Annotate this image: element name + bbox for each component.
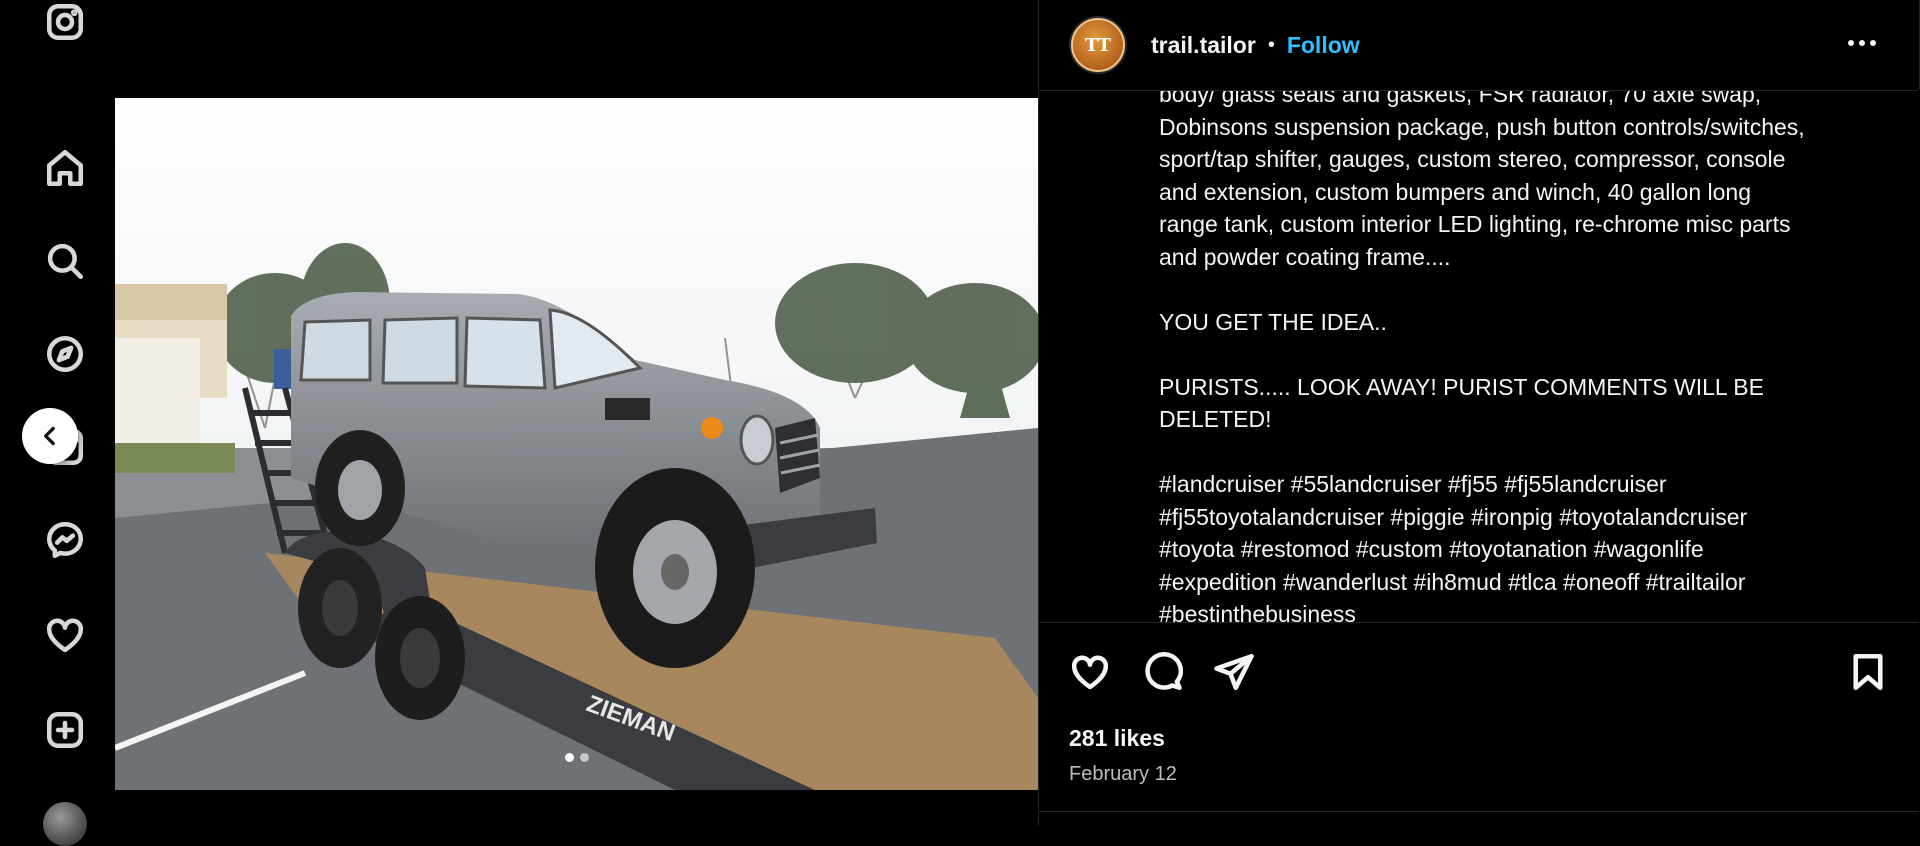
send-icon	[1214, 653, 1254, 691]
chevron-left-icon	[44, 426, 55, 446]
divider	[1039, 811, 1919, 812]
profile-avatar[interactable]	[43, 802, 87, 846]
caption-line: range tank, custom interior LED lighting…	[1159, 211, 1791, 237]
caption-line: sport/tap shifter, gauges, custom stereo…	[1159, 146, 1786, 172]
truck-on-trailer-photo: ZIEMAN	[115, 98, 1038, 790]
carousel-dot-1	[564, 753, 574, 762]
bookmark-icon	[1853, 653, 1883, 691]
more-dot-icon	[1848, 40, 1854, 46]
post-actions: 281 likes February 12	[1039, 622, 1919, 827]
caption-line: YOU GET THE IDEA..	[1159, 308, 1387, 335]
post-caption: body/ glass seals and gaskets, FSR radia…	[1159, 78, 1879, 622]
home-icon[interactable]	[40, 143, 90, 193]
carousel-dot-2	[579, 753, 589, 762]
caption-scroll-area[interactable]: body/ glass seals and gaskets, FSR radia…	[1039, 78, 1919, 622]
caption-line: Dobinsons suspension package, push butto…	[1159, 113, 1805, 140]
post-image: ZIEMAN	[115, 98, 1038, 790]
like-button[interactable]	[1067, 649, 1113, 695]
author-avatar[interactable]: TT	[1069, 16, 1127, 74]
follow-button[interactable]: Follow	[1287, 32, 1360, 59]
post-date: February 12	[1069, 763, 1177, 785]
create-icon[interactable]	[40, 705, 90, 755]
author-username[interactable]: trail.tailor	[1151, 32, 1256, 59]
hashtag-line: #bestinthebusiness	[1159, 601, 1356, 622]
more-dot-icon	[1859, 40, 1865, 46]
caption-line: PURISTS..... LOOK AWAY! PURIST COMMENTS …	[1159, 373, 1764, 400]
heart-icon[interactable]	[40, 610, 90, 660]
search-icon[interactable]	[40, 236, 90, 286]
share-button[interactable]	[1211, 649, 1257, 695]
heart-icon	[1071, 655, 1109, 690]
save-button[interactable]	[1845, 649, 1891, 695]
comment-button[interactable]	[1139, 649, 1185, 695]
hashtag-line: #fj55toyotalandcruiser #piggie #ironpig …	[1159, 503, 1748, 530]
hashtag-line: #expedition #wanderlust #ih8mud #tlca #o…	[1159, 568, 1746, 595]
post-header: TT trail.tailor • Follow	[1039, 0, 1920, 91]
hashtag-line: #landcruiser #55landcruiser #fj55 #fj55l…	[1159, 471, 1667, 497]
more-options-button[interactable]	[1839, 20, 1885, 66]
previous-post-button[interactable]	[22, 408, 78, 464]
caption-line: DELETED!	[1159, 406, 1272, 432]
author-avatar-logo: TT	[1071, 18, 1125, 72]
caption-line: and powder coating frame....	[1159, 243, 1451, 270]
comment-icon	[1145, 651, 1183, 691]
header-separator: •	[1267, 33, 1275, 56]
instagram-icon[interactable]	[40, 0, 90, 47]
hashtag-line: #toyota #restomod #custom #toyotanation …	[1159, 536, 1704, 562]
post-details-panel: TT trail.tailor • Follow body/ glass sea…	[1038, 0, 1920, 826]
caption-line: and extension, custom bumpers and winch,…	[1159, 178, 1751, 205]
explore-icon[interactable]	[40, 329, 90, 379]
carousel-dots	[115, 753, 1038, 762]
messenger-icon[interactable]	[40, 515, 90, 565]
likes-count[interactable]: 281 likes	[1069, 725, 1165, 752]
more-dot-icon	[1870, 40, 1876, 46]
